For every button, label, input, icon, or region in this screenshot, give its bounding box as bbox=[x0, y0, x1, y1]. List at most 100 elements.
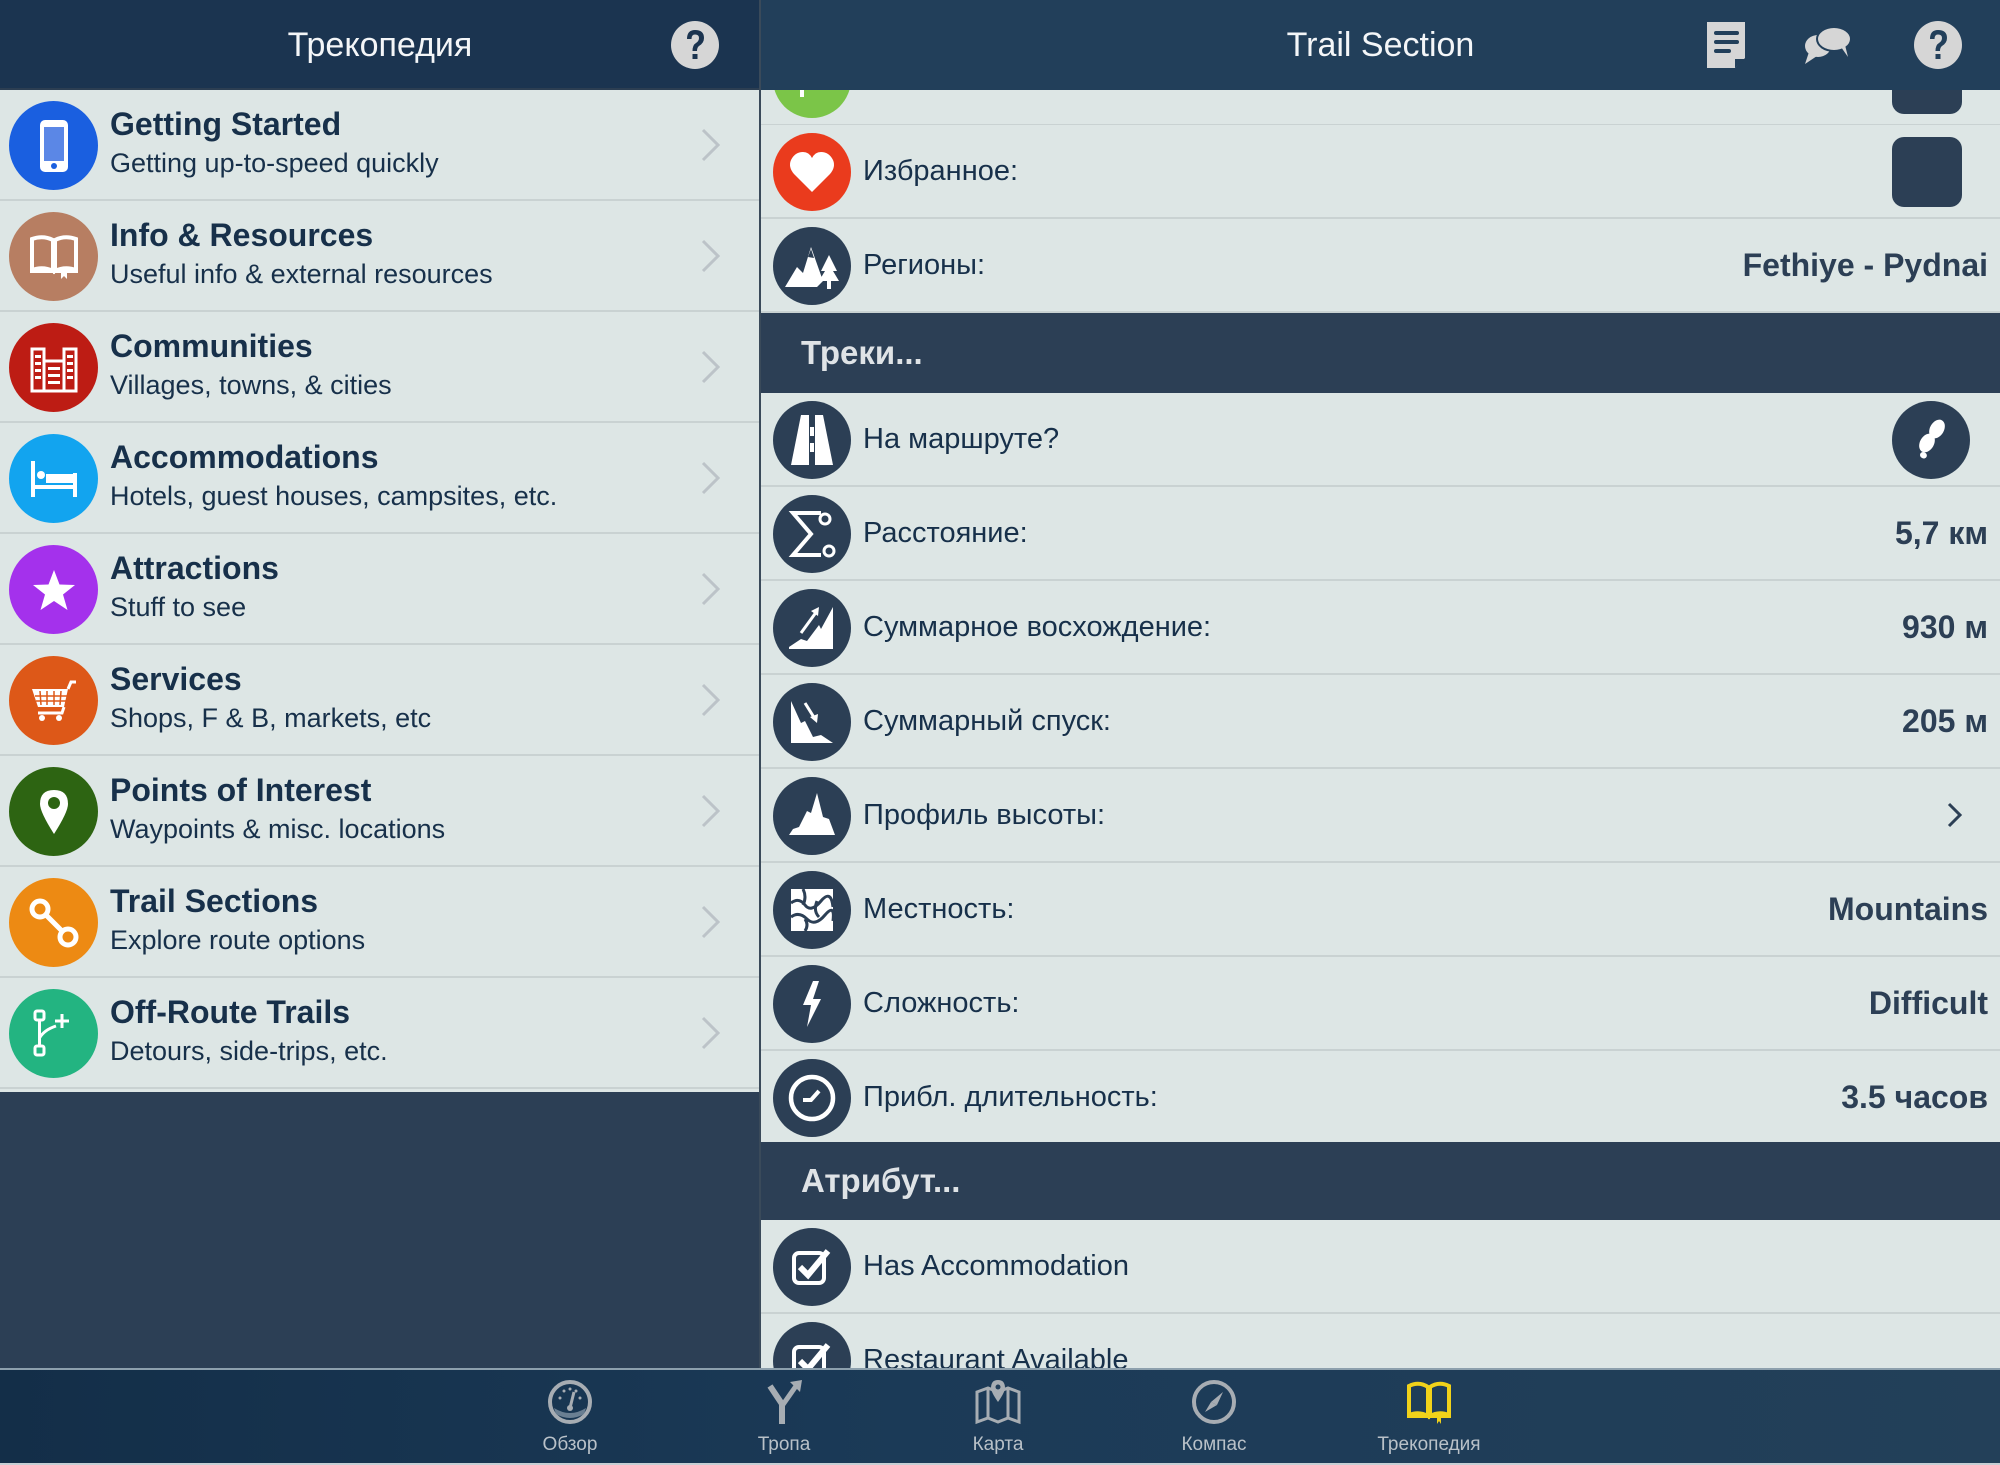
tab-compass[interactable]: Компас bbox=[1134, 1370, 1294, 1463]
detail-label: Профиль высоты: bbox=[863, 799, 1105, 831]
ascent-icon bbox=[773, 589, 851, 667]
detail-label: Суммарное восхождение: bbox=[863, 611, 1212, 643]
favorite-toggle[interactable] bbox=[1892, 137, 1962, 207]
category-icon-bg bbox=[9, 434, 98, 523]
regions-value: Fethiye - Pydnai bbox=[1742, 247, 1988, 283]
category-icon-bg bbox=[9, 767, 98, 856]
detail-label: Местность: bbox=[863, 893, 1015, 925]
category-icon-bg bbox=[9, 656, 98, 745]
tab-trekopedia[interactable]: Трекопедия bbox=[1349, 1370, 1509, 1463]
map-icon bbox=[975, 1380, 1021, 1425]
detail-row-difficulty: Сложность: Difficult bbox=[761, 957, 2000, 1051]
detail-label: Расстояние: bbox=[863, 517, 1028, 549]
category-points-of-interest[interactable]: Points of Interest Waypoints & misc. loc… bbox=[0, 756, 759, 867]
heart-icon bbox=[773, 133, 851, 211]
category-attractions[interactable]: Attractions Stuff to see bbox=[0, 534, 759, 645]
tab-label: Карта bbox=[972, 1434, 1024, 1455]
lightning-icon bbox=[773, 965, 851, 1043]
chevron-right-icon bbox=[701, 239, 721, 273]
detail-row-descent: Суммарный спуск: 205 м bbox=[761, 675, 2000, 769]
ascent-value: 930 м bbox=[1902, 609, 1988, 645]
distance-sum-icon bbox=[773, 495, 851, 573]
detail-row-distance: Расстояние: 5,7 км bbox=[761, 487, 2000, 581]
notes-icon[interactable] bbox=[1705, 18, 1749, 72]
detail-row-ascent: Суммарное восхождение: 930 м bbox=[761, 581, 2000, 675]
category-communities[interactable]: Communities Villages, towns, & cities bbox=[0, 312, 759, 423]
left-empty-area bbox=[0, 1092, 759, 1368]
book-icon bbox=[1407, 1381, 1451, 1424]
terrain-map-icon bbox=[773, 871, 851, 949]
tab-label: Обзор bbox=[542, 1434, 598, 1455]
branch-icon bbox=[33, 1009, 69, 1056]
category-icon-bg bbox=[9, 101, 98, 190]
category-accommodations[interactable]: Accommodations Hotels, guest houses, cam… bbox=[0, 423, 759, 534]
category-subtitle: Useful info & external resources bbox=[110, 259, 493, 289]
clock-icon bbox=[773, 1059, 851, 1137]
right-header: Trail Section bbox=[761, 0, 2000, 90]
category-title: Points of Interest bbox=[110, 772, 372, 808]
tab-label: Компас bbox=[1181, 1434, 1247, 1455]
elevation-profile-icon bbox=[773, 777, 851, 855]
duration-value: 3.5 часов bbox=[1841, 1079, 1988, 1115]
category-title: Attractions bbox=[110, 550, 279, 586]
chat-icon[interactable] bbox=[1801, 18, 1857, 72]
trail-section-detail[interactable]: Флажок: Избранное: Регионы: Fethiye - Py… bbox=[761, 90, 2000, 1368]
mountain-tree-icon bbox=[773, 227, 851, 305]
left-header-title: Трекопедия bbox=[287, 26, 473, 64]
category-title: Trail Sections bbox=[110, 883, 319, 919]
trail-fork-icon bbox=[767, 1380, 802, 1424]
terrain-value: Mountains bbox=[1828, 891, 1988, 927]
category-off-route-trails[interactable]: Off-Route Trails Detours, side-trips, et… bbox=[0, 978, 759, 1089]
category-icon-bg bbox=[9, 878, 98, 967]
chevron-right-icon bbox=[701, 461, 721, 495]
chevron-right-icon bbox=[701, 128, 721, 162]
detail-row-on-route: На маршруте? bbox=[761, 393, 2000, 487]
help-icon[interactable] bbox=[1911, 18, 1965, 72]
help-icon[interactable] bbox=[668, 18, 722, 72]
section-header-attributes: Атрибут... bbox=[761, 1142, 2000, 1220]
tab-trail[interactable]: Тропа bbox=[704, 1370, 864, 1463]
category-services[interactable]: Services Shops, F & B, markets, etc bbox=[0, 645, 759, 756]
detail-row-terrain: Местность: Mountains bbox=[761, 863, 2000, 957]
category-info-resources[interactable]: Info & Resources Useful info & external … bbox=[0, 201, 759, 312]
tab-overview[interactable]: Обзор bbox=[490, 1370, 650, 1463]
detail-label: Флажок: bbox=[863, 90, 973, 124]
category-icon-bg bbox=[9, 989, 98, 1078]
chevron-right-icon bbox=[701, 572, 721, 606]
detail-label: Суммарный спуск: bbox=[863, 705, 1111, 737]
footprints-icon[interactable] bbox=[1892, 401, 1970, 479]
difficulty-value: Difficult bbox=[1868, 985, 1988, 1021]
detail-label: На маршруте? bbox=[863, 423, 1060, 455]
star-icon bbox=[32, 569, 75, 610]
road-icon bbox=[773, 401, 851, 479]
category-title: Communities bbox=[110, 328, 313, 364]
category-subtitle: Waypoints & misc. locations bbox=[110, 814, 446, 844]
checkbox-icon bbox=[773, 1322, 851, 1368]
tab-label: Тропа bbox=[757, 1434, 811, 1455]
tab-label: Трекопедия bbox=[1377, 1434, 1481, 1455]
category-title: Accommodations bbox=[110, 439, 379, 475]
category-icon-bg bbox=[9, 545, 98, 634]
category-subtitle: Hotels, guest houses, campsites, etc. bbox=[110, 481, 558, 511]
detail-row-flag[interactable]: Флажок: bbox=[761, 90, 2000, 126]
chevron-right-icon bbox=[701, 683, 721, 717]
detail-row-favorite[interactable]: Избранное: bbox=[761, 125, 2000, 219]
route-icon bbox=[29, 898, 78, 947]
category-subtitle: Getting up-to-speed quickly bbox=[110, 148, 439, 178]
dashboard-icon bbox=[548, 1380, 592, 1424]
descent-icon bbox=[773, 683, 851, 761]
flag-icon bbox=[773, 90, 851, 118]
flag-toggle[interactable] bbox=[1892, 90, 1962, 114]
category-title: Info & Resources bbox=[110, 217, 374, 253]
tab-map[interactable]: Карта bbox=[918, 1370, 1078, 1463]
category-subtitle: Shops, F & B, markets, etc bbox=[110, 703, 432, 733]
detail-label: Прибл. длительность: bbox=[863, 1081, 1158, 1113]
category-icon-bg bbox=[9, 323, 98, 412]
buildings-icon bbox=[30, 347, 77, 392]
detail-label: Сложность: bbox=[863, 987, 1020, 1019]
distance-value: 5,7 км bbox=[1894, 515, 1988, 551]
category-subtitle: Villages, towns, & cities bbox=[110, 370, 392, 400]
category-trail-sections[interactable]: Trail Sections Explore route options bbox=[0, 867, 759, 978]
detail-row-elevation-profile[interactable]: Профиль высоты: bbox=[761, 769, 2000, 863]
category-getting-started[interactable]: Getting Started Getting up-to-speed quic… bbox=[0, 90, 759, 201]
